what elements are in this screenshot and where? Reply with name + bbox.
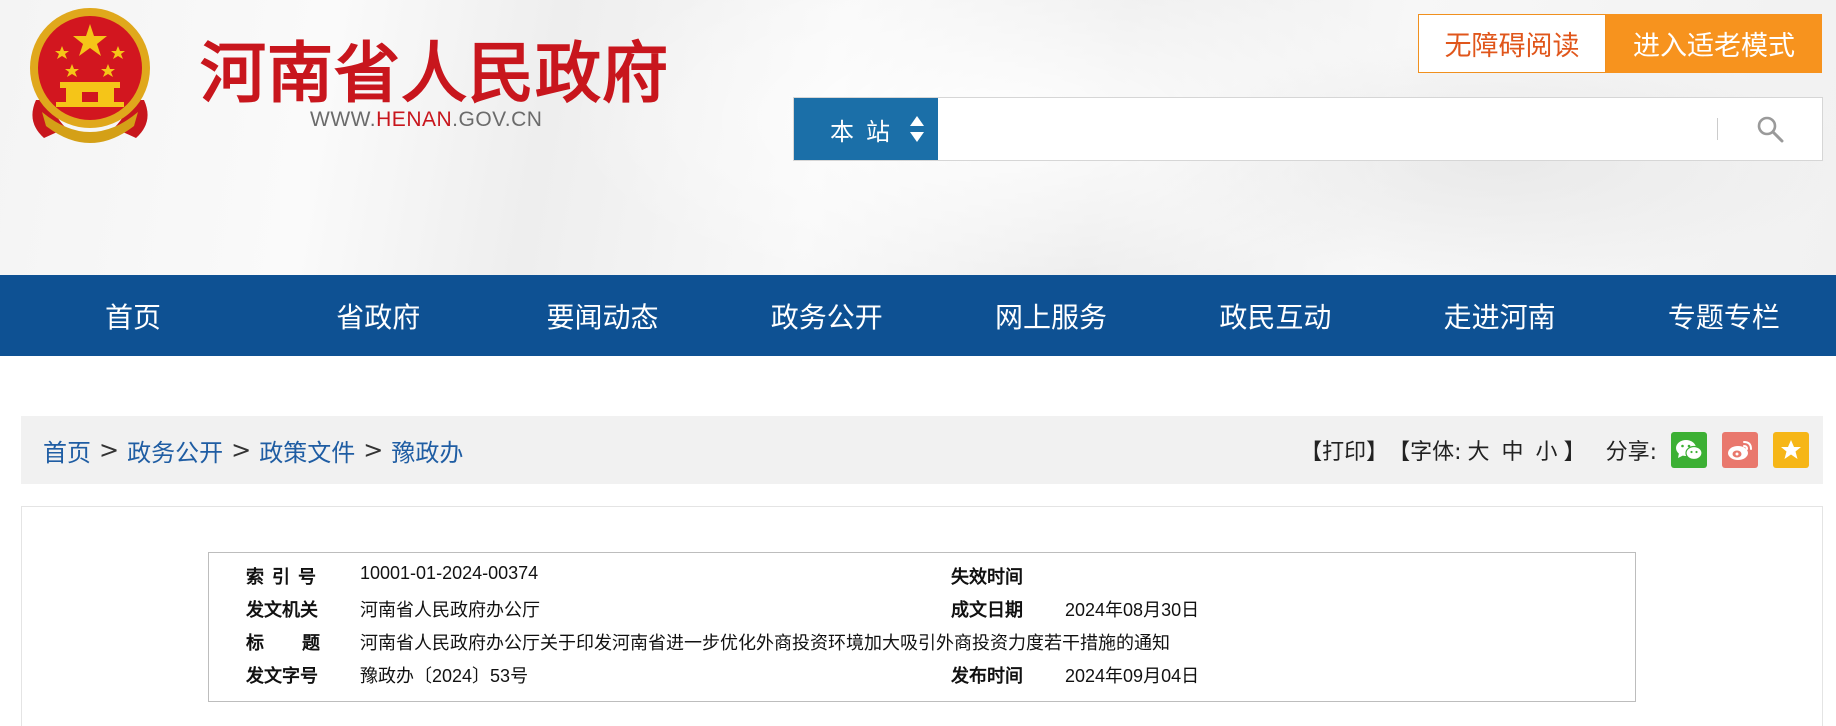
breadcrumb-yuzhengban-link[interactable]: 豫政办 bbox=[391, 433, 463, 468]
created-date-value: 2024年08月30日 bbox=[1065, 600, 1200, 620]
font-size-suffix: 】 bbox=[1563, 440, 1586, 465]
breadcrumb-government-affairs-link[interactable]: 政务公开 bbox=[127, 433, 223, 468]
site-url: WWW.HENAN.GOV.CN bbox=[310, 108, 542, 132]
nav-item-special-topics[interactable]: 专题专栏 bbox=[1612, 275, 1836, 356]
document-number-value: 豫政办〔2024〕53号 bbox=[360, 666, 529, 686]
site-header: 河南省人民政府 WWW.HENAN.GOV.CN 无障碍阅读 进入适老模式 本站 bbox=[0, 0, 1836, 275]
meta-row-index: 索引号 10001-01-2024-00374 失效时间 bbox=[209, 563, 1635, 591]
expiration-time-label: 失效时间 bbox=[951, 567, 1023, 588]
search-bar: 本站 bbox=[793, 97, 1823, 161]
nav-item-news[interactable]: 要闻动态 bbox=[490, 275, 714, 356]
share-label: 分享: bbox=[1605, 440, 1657, 465]
index-number-label: 索引号 bbox=[246, 567, 324, 588]
nav-item-home[interactable]: 首页 bbox=[0, 275, 266, 356]
document-metadata-table: 索引号 10001-01-2024-00374 失效时间 发文机关 河南省人民政… bbox=[208, 552, 1636, 702]
issuing-authority-label: 发文机关 bbox=[246, 600, 318, 621]
created-date-label: 成文日期 bbox=[951, 600, 1023, 621]
site-title: 河南省人民政府 bbox=[200, 34, 669, 112]
search-button[interactable] bbox=[1718, 98, 1822, 160]
font-size-small-button[interactable]: 小 bbox=[1536, 434, 1558, 466]
site-url-highlight: HENAN bbox=[376, 108, 453, 131]
font-size-prefix: 【字体: bbox=[1388, 440, 1462, 465]
font-size-medium-button[interactable]: 中 bbox=[1502, 434, 1524, 466]
page-tools: 【打印】 【字体: 大 中 小 】 分享: bbox=[1300, 416, 1809, 484]
add-favorite-button[interactable] bbox=[1773, 432, 1809, 468]
weibo-icon bbox=[1728, 441, 1752, 460]
search-input[interactable] bbox=[938, 98, 1717, 160]
nav-item-provincial-government[interactable]: 省政府 bbox=[266, 275, 490, 356]
index-number-value: 10001-01-2024-00374 bbox=[360, 563, 539, 583]
breadcrumb-home-link[interactable]: 首页 bbox=[43, 433, 91, 468]
nav-item-about-henan[interactable]: 走进河南 bbox=[1387, 275, 1611, 356]
meta-row-title: 标题 河南省人民政府办公厅关于印发河南省进一步优化外商投资环境加大吸引外商投资力… bbox=[209, 629, 1635, 657]
breadcrumb-separator: > bbox=[99, 436, 120, 464]
wechat-icon bbox=[1676, 440, 1703, 461]
share-weibo-button[interactable] bbox=[1722, 432, 1758, 468]
publish-time-label: 发布时间 bbox=[951, 666, 1023, 687]
share-wechat-button[interactable] bbox=[1671, 432, 1707, 468]
search-scope-select[interactable]: 本站 bbox=[794, 98, 938, 160]
meta-row-issuer: 发文机关 河南省人民政府办公厅 成文日期 2024年08月30日 bbox=[209, 596, 1635, 624]
issuing-authority-value: 河南省人民政府办公厅 bbox=[360, 600, 540, 620]
breadcrumb-separator: > bbox=[231, 436, 252, 464]
nav-item-online-services[interactable]: 网上服务 bbox=[939, 275, 1163, 356]
elder-mode-button[interactable]: 进入适老模式 bbox=[1606, 14, 1822, 73]
breadcrumb-policy-documents-link[interactable]: 政策文件 bbox=[259, 433, 355, 468]
main-nav: 首页 省政府 要闻动态 政务公开 网上服务 政民互动 走进河南 专题专栏 bbox=[0, 275, 1836, 356]
font-size-large-button[interactable]: 大 bbox=[1468, 434, 1490, 466]
document-number-label: 发文字号 bbox=[246, 666, 318, 687]
publish-time-value: 2024年09月04日 bbox=[1065, 666, 1200, 686]
nav-item-government-affairs[interactable]: 政务公开 bbox=[715, 275, 939, 356]
document-title-label: 标题 bbox=[246, 633, 358, 654]
site-url-prefix: WWW. bbox=[310, 108, 377, 131]
breadcrumb-separator: > bbox=[363, 436, 384, 464]
search-scope-label: 本站 bbox=[830, 117, 902, 146]
sort-arrows-icon bbox=[910, 116, 924, 142]
meta-row-docno: 发文字号 豫政办〔2024〕53号 发布时间 2024年09月04日 bbox=[209, 662, 1635, 690]
breadcrumb-bar: 首页 > 政务公开 > 政策文件 > 豫政办 【打印】 【字体: 大 中 小 】… bbox=[21, 416, 1823, 484]
site-url-suffix: .GOV.CN bbox=[452, 108, 543, 131]
search-icon bbox=[1757, 116, 1784, 143]
accessibility-reading-button[interactable]: 无障碍阅读 bbox=[1418, 14, 1606, 73]
nav-item-public-interaction[interactable]: 政民互动 bbox=[1163, 275, 1387, 356]
breadcrumb: 首页 > 政务公开 > 政策文件 > 豫政办 bbox=[43, 416, 463, 484]
print-button[interactable]: 【打印】 bbox=[1300, 434, 1388, 466]
document-title-value: 河南省人民政府办公厅关于印发河南省进一步优化外商投资环境加大吸引外商投资力度若干… bbox=[360, 633, 1170, 653]
national-emblem-icon bbox=[30, 8, 150, 143]
top-mode-buttons: 无障碍阅读 进入适老模式 bbox=[1418, 14, 1822, 73]
favorite-star-icon bbox=[1781, 440, 1801, 459]
